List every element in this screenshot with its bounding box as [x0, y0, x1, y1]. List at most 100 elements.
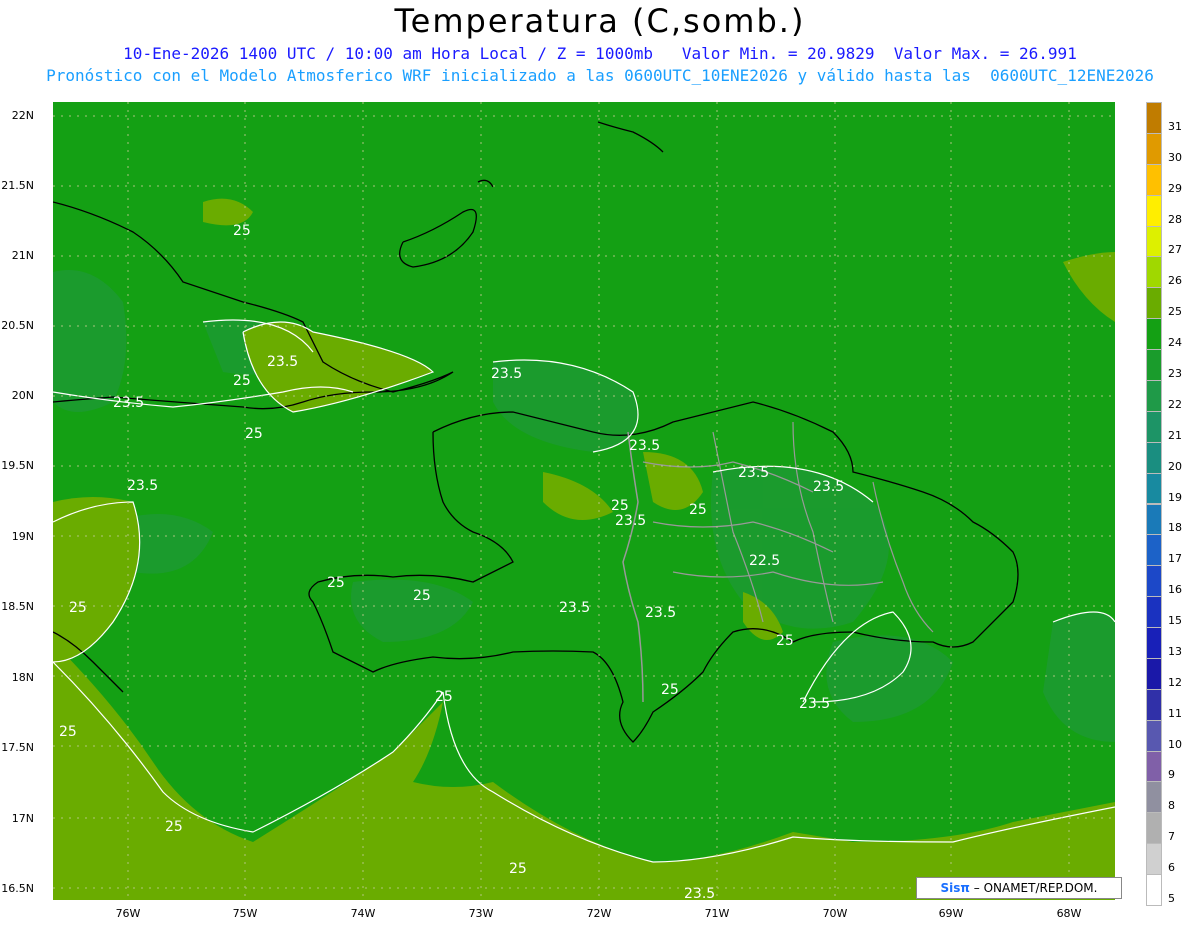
lat-label: 16.5N	[1, 882, 34, 895]
contour-label: 25	[327, 575, 345, 591]
colorbar-label: 16	[1168, 583, 1182, 597]
colorbar-cell	[1146, 472, 1162, 505]
colorbar-cell	[1146, 534, 1162, 567]
lat-label: 21N	[11, 249, 34, 262]
colorbar-label: 31	[1168, 119, 1182, 133]
colorbar-label: 9	[1168, 768, 1175, 782]
contour-label: 25	[165, 819, 183, 835]
colorbar-cell	[1146, 225, 1162, 258]
colorbar-cell	[1146, 318, 1162, 351]
temperature-map: 25 23.5 25 23.5 25 23.5 25 23.5 23.5 25 …	[53, 102, 1115, 900]
colorbar-label: 11	[1168, 706, 1182, 720]
contour-label: 25	[776, 633, 794, 649]
lat-label: 17N	[11, 812, 34, 825]
colorbar-cell	[1146, 874, 1162, 906]
contour-label: 25	[59, 724, 77, 740]
colorbar-cell	[1146, 565, 1162, 598]
colorbar-cell	[1146, 163, 1162, 196]
colorbar-label: 7	[1168, 830, 1175, 844]
colorbar-cell	[1146, 194, 1162, 227]
lon-label: 74W	[350, 907, 376, 920]
contour-label: 22.5	[749, 553, 780, 569]
contour-label: 25	[435, 689, 453, 705]
colorbar-cell	[1146, 256, 1162, 289]
lat-label: 20N	[11, 389, 34, 402]
colorbar-cell	[1146, 441, 1162, 474]
colorbar-label: 28	[1168, 212, 1182, 226]
contour-label: 23.5	[491, 366, 522, 382]
colorbar-label: 26	[1168, 274, 1182, 288]
sispi-logo: Sisπ	[940, 881, 970, 895]
lat-label: 21.5N	[1, 179, 34, 192]
colorbar-cell	[1146, 503, 1162, 536]
contour-label: 23.5	[267, 354, 298, 370]
colorbar-label: 29	[1168, 181, 1182, 195]
colorbar-label: 23	[1168, 366, 1182, 380]
contour-label: 23.5	[799, 696, 830, 712]
contour-label: 23.5	[559, 600, 590, 616]
subtitle-validity: 10-Ene-2026 1400 UTC / 10:00 am Hora Loc…	[123, 44, 1077, 63]
map-title: Temperatura (C,somb.)	[394, 2, 806, 40]
contour-label: 25	[611, 498, 629, 514]
contour-label: 23.5	[127, 478, 158, 494]
lon-label: 75W	[232, 907, 258, 920]
colorbar-label: 21	[1168, 428, 1182, 442]
colorbar-cell	[1146, 410, 1162, 443]
colorbar-cell	[1146, 750, 1162, 783]
colorbar-label: 13	[1168, 644, 1182, 658]
contour-label: 25	[689, 502, 707, 518]
lon-label: 70W	[822, 907, 848, 920]
contour-label: 23.5	[813, 479, 844, 495]
lat-label: 17.5N	[1, 741, 34, 754]
contour-label: 23.5	[615, 513, 646, 529]
credit-box: Sisπ – ONAMET/REP.DOM.	[916, 877, 1122, 899]
contour-label: 23.5	[738, 465, 769, 481]
colorbar-label: 30	[1168, 150, 1182, 164]
contour-label: 23.5	[113, 395, 144, 411]
colorbar-label: 15	[1168, 614, 1182, 628]
colorbar-label: 20	[1168, 459, 1182, 473]
contour-label: 25	[245, 426, 263, 442]
colorbar-cell	[1146, 349, 1162, 381]
contour-label: 23.5	[645, 605, 676, 621]
colorbar-cell	[1146, 781, 1162, 814]
contour-label: 25	[413, 588, 431, 604]
lat-label: 22N	[11, 109, 34, 122]
colorbar-label: 5	[1168, 892, 1175, 905]
colorbar-cell	[1146, 102, 1162, 134]
colorbar-label: 10	[1168, 737, 1182, 751]
colorbar-label: 17	[1168, 552, 1182, 566]
lon-label: 73W	[468, 907, 494, 920]
colorbar-cell	[1146, 627, 1162, 659]
contour-label: 25	[509, 861, 527, 877]
contour-label: 23.5	[629, 438, 660, 454]
lat-label: 20.5N	[1, 319, 34, 332]
lon-label: 76W	[115, 907, 141, 920]
colorbar-label: 25	[1168, 305, 1182, 319]
lat-label: 18N	[11, 671, 34, 684]
lon-label: 69W	[938, 907, 964, 920]
lon-label: 71W	[704, 907, 730, 920]
colorbar-label: 12	[1168, 675, 1182, 689]
colorbar-label: 27	[1168, 243, 1182, 257]
lon-label: 68W	[1056, 907, 1082, 920]
colorbar-cell	[1146, 657, 1162, 690]
credit-text: – ONAMET/REP.DOM.	[973, 881, 1098, 895]
colorbar-cell	[1146, 719, 1162, 752]
lat-label: 19N	[11, 530, 34, 543]
colorbar-cell	[1146, 596, 1162, 629]
contour-label: 25	[69, 600, 87, 616]
lon-label: 72W	[586, 907, 612, 920]
contour-label: 25	[233, 223, 251, 239]
colorbar-cell	[1146, 843, 1162, 876]
colorbar-label: 24	[1168, 336, 1182, 350]
colorbar-cell	[1146, 287, 1162, 320]
colorbar-cell	[1146, 688, 1162, 721]
subtitle-model-info: Pronóstico con el Modelo Atmosferico WRF…	[46, 66, 1154, 85]
contour-label: 25	[233, 373, 251, 389]
colorbar-cell	[1146, 812, 1162, 845]
colorbar-label: 6	[1168, 861, 1175, 875]
colorbar-cell	[1146, 132, 1162, 165]
colorbar-cell	[1146, 379, 1162, 412]
colorbar-label: 22	[1168, 397, 1182, 411]
